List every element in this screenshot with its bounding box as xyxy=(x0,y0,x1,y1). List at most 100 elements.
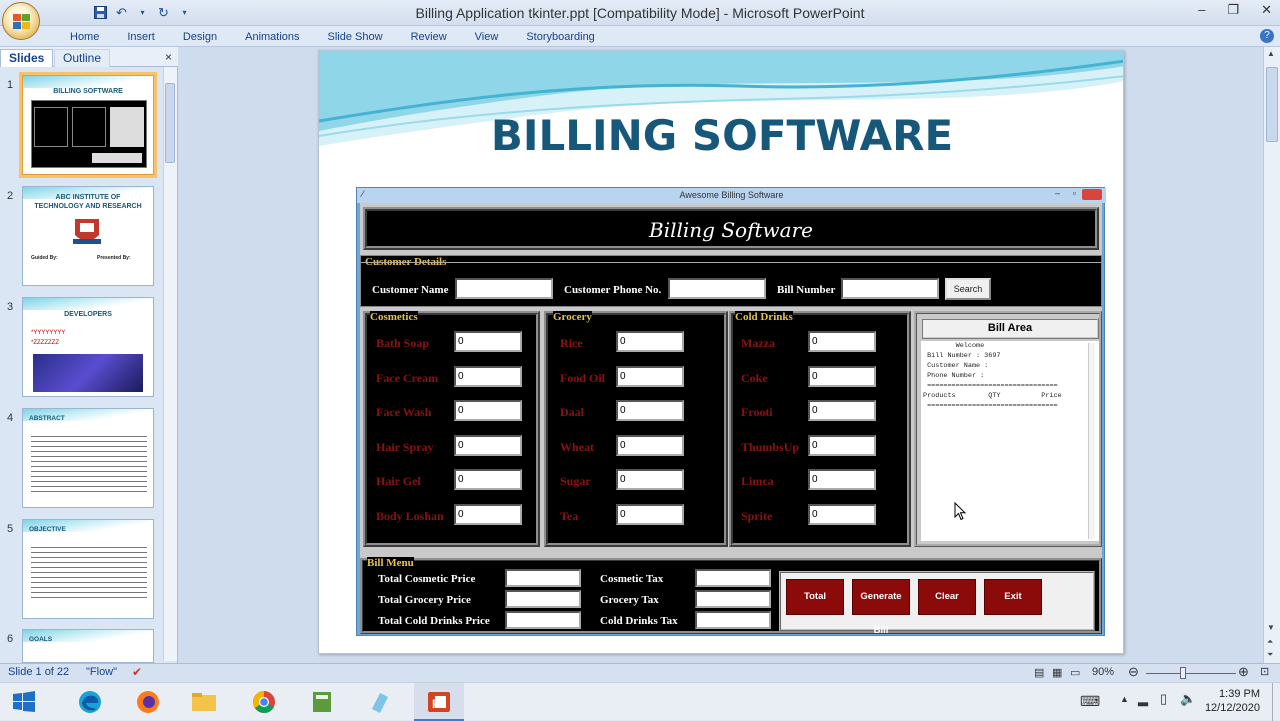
tab-slides[interactable]: Slides xyxy=(0,49,54,67)
customer-name-input xyxy=(455,278,553,299)
slide-number: 4 xyxy=(7,412,14,424)
help-icon[interactable]: ? xyxy=(1260,29,1274,43)
tab-view[interactable]: View xyxy=(461,29,513,45)
app-body: Billing Software Customer Details Custom… xyxy=(360,203,1102,636)
file-explorer-icon[interactable] xyxy=(190,689,218,715)
volume-icon[interactable]: 🔈 xyxy=(1180,691,1196,707)
tab-slide-show[interactable]: Slide Show xyxy=(314,29,397,45)
bill-buttons-frame: Total Generate Bill Clear Exit xyxy=(779,571,1095,636)
slide-number: 3 xyxy=(7,301,14,313)
tab-storyboarding[interactable]: Storyboarding xyxy=(512,29,609,45)
firefox-icon[interactable] xyxy=(134,689,162,715)
slide-thumbnail-4[interactable]: ABSTRACT xyxy=(22,408,154,508)
panel-close-icon[interactable]: × xyxy=(165,50,172,64)
show-desktop-button[interactable] xyxy=(1272,683,1273,721)
zoom-in-icon[interactable]: ⊕ xyxy=(1238,664,1249,680)
windows-start-icon[interactable] xyxy=(10,689,38,715)
thumb-app-image xyxy=(31,100,147,168)
thumb-body-text xyxy=(31,433,147,493)
cosmetics-legend: Cosmetics xyxy=(370,311,418,323)
tea-qty-input: 0 xyxy=(616,504,684,525)
item-label: Hair Gel xyxy=(376,474,421,488)
tab-home[interactable]: Home xyxy=(56,29,113,45)
item-label: Mazza xyxy=(741,336,775,350)
feather-icon: ⁄ xyxy=(362,189,364,199)
sprite-qty-input: 0 xyxy=(808,504,876,525)
panel-scroll-thumb[interactable] xyxy=(165,83,175,163)
close-button[interactable]: ✕ xyxy=(1261,2,1272,18)
bill-menu-frame: Bill Menu Total Cosmetic Price Total Gro… xyxy=(360,557,1102,636)
slide-thumbnail-3[interactable]: DEVELOPERS *YYYYYYYY *ZZZZZZZ xyxy=(22,297,154,397)
window-title: Billing Application tkinter.ppt [Compati… xyxy=(415,5,865,21)
tab-review[interactable]: Review xyxy=(397,29,461,45)
body-loshan-qty-input: 0 xyxy=(454,504,522,525)
clock[interactable]: 1:39 PM 12/12/2020 xyxy=(1205,687,1260,715)
status-bar: Slide 1 of 22 "Flow" ✔ ▤ ▦ ▭ 90% ⊖ ⊕ ⊡ xyxy=(0,663,1280,682)
slide-vertical-scrollbar[interactable]: ▲ ▼ ⏶ ⏷ xyxy=(1263,47,1280,663)
powerpoint-taskbar-item[interactable]: P xyxy=(414,683,464,721)
zoom-slider[interactable] xyxy=(1146,673,1236,674)
thumb-line: *YYYYYYYY xyxy=(31,330,66,336)
bill-area-frame: Bill Area Welcome Bill Number : 3697 Cus… xyxy=(914,311,1102,547)
restore-button[interactable]: ❐ xyxy=(1227,2,1239,18)
tab-insert[interactable]: Insert xyxy=(113,29,169,45)
slide-thumbnail-5[interactable]: OBJECTIVE xyxy=(22,519,154,619)
spell-check-icon[interactable]: ✔ xyxy=(132,665,142,679)
fit-to-window-icon[interactable]: ⊡ xyxy=(1260,665,1269,678)
app-icon[interactable] xyxy=(366,689,394,715)
previous-slide-icon[interactable]: ⏶ xyxy=(1267,637,1273,647)
slide-number: 2 xyxy=(7,190,14,202)
customer-details-frame: Customer Details Customer Name Customer … xyxy=(360,255,1102,307)
slide-counter: Slide 1 of 22 xyxy=(8,666,70,678)
hair-spray-qty-input: 0 xyxy=(454,435,522,456)
grocery-legend: Grocery xyxy=(553,311,592,323)
office-button[interactable] xyxy=(2,2,40,40)
scroll-down-icon[interactable]: ▼ xyxy=(1267,623,1275,632)
zoom-slider-thumb[interactable] xyxy=(1180,667,1186,679)
app-header-text: Billing Software xyxy=(649,218,813,242)
tab-design[interactable]: Design xyxy=(169,29,231,45)
scroll-up-icon[interactable]: ▲ xyxy=(1267,49,1275,58)
slide-show-icon[interactable]: ▭ xyxy=(1070,666,1080,679)
slide-thumbnail-2[interactable]: ABC INSTITUTE OF TECHNOLOGY AND RESEARCH… xyxy=(22,186,154,286)
network-icon[interactable]: ▂ xyxy=(1138,691,1148,707)
tray-expand-icon[interactable]: ▲ xyxy=(1120,694,1129,704)
thumb-title: ABSTRACT xyxy=(29,415,65,422)
next-slide-icon[interactable]: ⏷ xyxy=(1267,650,1273,660)
tab-outline[interactable]: Outline xyxy=(54,49,111,67)
zoom-level[interactable]: 90% xyxy=(1092,666,1114,678)
slide-thumbnail-1[interactable]: BILLING SOFTWARE xyxy=(19,72,157,178)
generate-bill-button: Generate Bill xyxy=(852,579,910,636)
item-label: Frooti xyxy=(741,405,773,419)
slide-title[interactable]: BILLING SOFTWARE xyxy=(319,111,1123,160)
keyboard-icon[interactable]: ⌨ xyxy=(1080,693,1100,710)
hair-gel-qty-input: 0 xyxy=(454,469,522,490)
search-button: Search xyxy=(945,278,991,300)
edge-icon[interactable] xyxy=(76,689,104,715)
normal-view-icon[interactable]: ▤ xyxy=(1034,666,1044,679)
slide-thumbnail-6[interactable]: GOALS xyxy=(22,629,154,663)
chrome-icon[interactable] xyxy=(250,689,278,715)
thumb-title: ABC INSTITUTE OF TECHNOLOGY AND RESEARCH xyxy=(34,194,142,210)
item-label: Wheat xyxy=(560,440,594,454)
item-label: Sprite xyxy=(741,509,773,523)
tab-animations[interactable]: Animations xyxy=(231,29,313,45)
zoom-out-icon[interactable]: ⊖ xyxy=(1128,664,1139,680)
battery-icon[interactable]: ▯ xyxy=(1160,691,1167,707)
thumb-body-text xyxy=(31,544,147,598)
item-label: Sugar xyxy=(560,474,591,488)
slide-sorter-icon[interactable]: ▦ xyxy=(1052,666,1062,679)
cosmetic-tax-input xyxy=(695,569,771,587)
ribbon-tabs: Home Insert Design Animations Slide Show… xyxy=(56,29,609,45)
minimize-button[interactable]: – xyxy=(1198,2,1205,18)
svg-text:P: P xyxy=(432,697,440,711)
wheat-qty-input: 0 xyxy=(616,435,684,456)
thumb-guided: Guided By: xyxy=(31,255,58,261)
item-label: Rice xyxy=(560,336,583,350)
scroll-thumb[interactable] xyxy=(1266,67,1278,142)
bill-scrollbar xyxy=(1088,343,1095,539)
thumb-title: BILLING SOFTWARE xyxy=(53,88,123,95)
app-screenshot[interactable]: Awesome Billing Software ⁄ – ▫ Billing S… xyxy=(356,187,1106,636)
clear-button: Clear xyxy=(918,579,976,615)
calculator-app-icon[interactable] xyxy=(308,689,336,715)
